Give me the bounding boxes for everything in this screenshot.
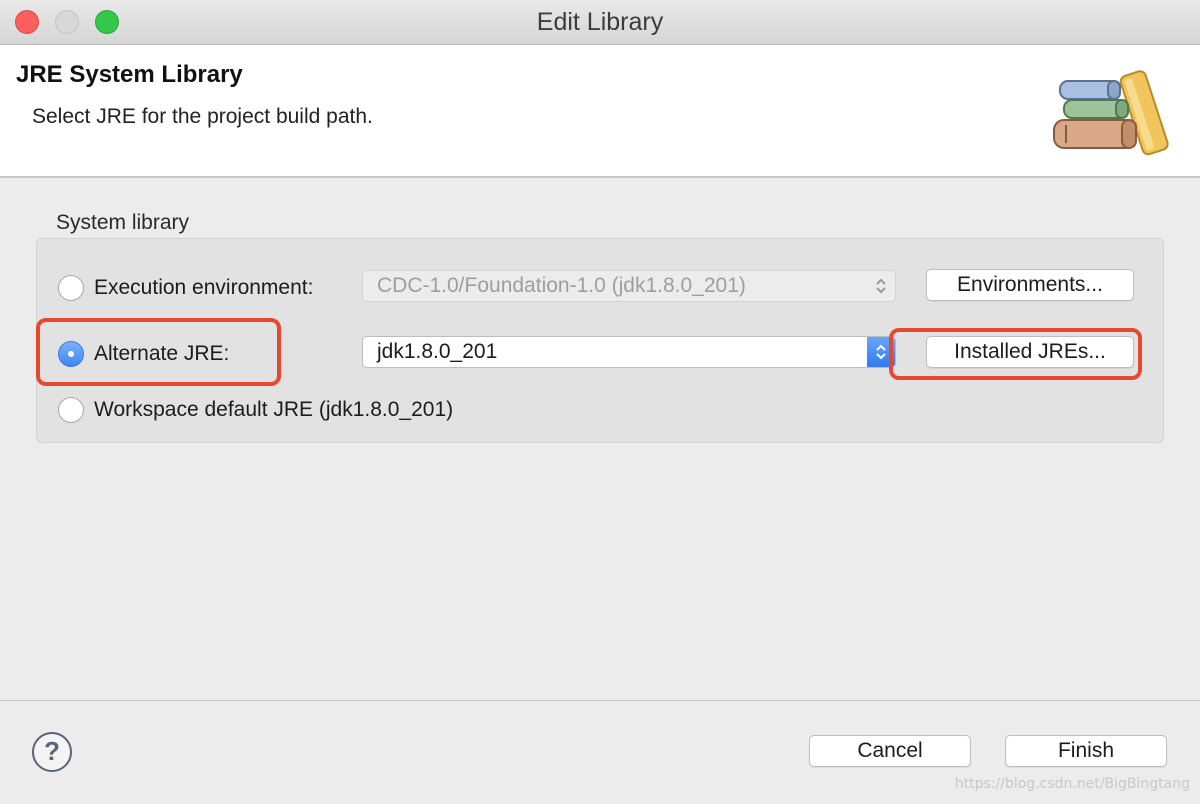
environments-button[interactable]: Environments...	[926, 269, 1134, 301]
alternate-jre-select[interactable]: jdk1.8.0_201	[362, 336, 896, 368]
footer-divider	[0, 700, 1200, 701]
execution-environment-select: CDC-1.0/Foundation-1.0 (jdk1.8.0_201)	[362, 270, 896, 302]
library-books-icon	[1053, 70, 1169, 156]
page-description: Select JRE for the project build path.	[32, 105, 373, 128]
alternate-jre-highlight	[36, 318, 281, 386]
installed-jres-highlight	[889, 328, 1142, 380]
page-title: JRE System Library	[16, 61, 243, 88]
system-library-label: System library	[56, 211, 190, 234]
title-bar: Edit Library	[0, 0, 1200, 45]
select-stepper-icon	[867, 271, 895, 301]
execution-environment-radio[interactable]	[58, 275, 84, 301]
edit-library-dialog: Edit Library JRE System Library Select J…	[0, 0, 1200, 804]
execution-environment-value: CDC-1.0/Foundation-1.0 (jdk1.8.0_201)	[377, 274, 746, 297]
window-title: Edit Library	[536, 8, 664, 36]
help-icon[interactable]: ?	[32, 732, 72, 772]
cancel-button[interactable]: Cancel	[809, 735, 971, 767]
finish-button[interactable]: Finish	[1005, 735, 1167, 767]
dialog-header: JRE System Library Select JRE for the pr…	[0, 45, 1200, 178]
workspace-default-jre-radio[interactable]	[58, 397, 84, 423]
alternate-jre-value: jdk1.8.0_201	[377, 340, 498, 363]
watermark: https://blog.csdn.net/BigBingtang	[954, 776, 1190, 792]
workspace-default-jre-label[interactable]: Workspace default JRE (jdk1.8.0_201)	[94, 398, 453, 422]
execution-environment-label[interactable]: Execution environment:	[94, 276, 313, 300]
